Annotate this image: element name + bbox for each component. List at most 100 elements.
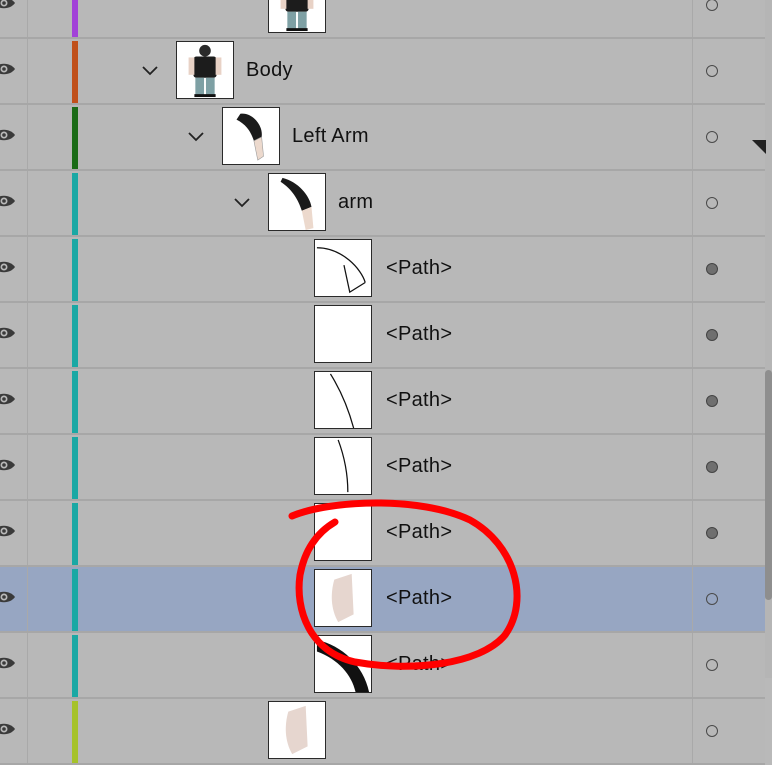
layer-thumbnail: [314, 569, 372, 627]
layer-row[interactable]: <Path>: [0, 303, 765, 369]
layer-name[interactable]: <Path>: [386, 521, 452, 544]
layer-row[interactable]: Left Arm: [0, 105, 765, 171]
layer-color-bar: [72, 107, 78, 169]
layer-thumbnail: [222, 107, 280, 165]
target-column-divider: [692, 39, 693, 103]
target-column-divider: [692, 633, 693, 697]
scrollbar[interactable]: [765, 0, 772, 678]
target-circle-icon[interactable]: [706, 593, 718, 605]
lock-column[interactable]: [27, 39, 28, 103]
target-circle-icon[interactable]: [706, 65, 718, 77]
layer-thumbnail: [268, 173, 326, 231]
layer-thumbnail: [314, 239, 372, 297]
eye-icon[interactable]: [0, 260, 16, 274]
layer-color-bar: [72, 41, 78, 103]
layer-row[interactable]: <Path>: [0, 435, 765, 501]
layer-color-bar: [72, 305, 78, 367]
eye-icon[interactable]: [0, 524, 16, 538]
target-column-divider: [692, 435, 693, 499]
layer-row[interactable]: <Path>: [0, 567, 765, 633]
target-column-divider: [692, 237, 693, 301]
layer-thumbnail: [314, 371, 372, 429]
layer-thumbnail: [314, 305, 372, 363]
lock-column[interactable]: [27, 501, 28, 565]
layer-row[interactable]: [0, 0, 765, 39]
lock-column[interactable]: [27, 633, 28, 697]
layer-name[interactable]: <Path>: [386, 323, 452, 346]
target-column-divider: [692, 567, 693, 631]
target-column-divider: [692, 303, 693, 367]
lock-column[interactable]: [27, 435, 28, 499]
selection-corner-indicator: [752, 140, 766, 154]
layer-color-bar: [72, 635, 78, 697]
eye-icon[interactable]: [0, 392, 16, 406]
layer-color-bar: [72, 173, 78, 235]
lock-column[interactable]: [27, 369, 28, 433]
target-circle-icon[interactable]: [706, 263, 718, 275]
lock-column[interactable]: [27, 171, 28, 235]
chevron-down-icon[interactable]: [187, 131, 205, 143]
eye-icon[interactable]: [0, 656, 16, 670]
layer-name[interactable]: <Path>: [386, 389, 452, 412]
layer-name[interactable]: <Path>: [386, 455, 452, 478]
eye-icon[interactable]: [0, 590, 16, 604]
target-circle-icon[interactable]: [706, 197, 718, 209]
layer-thumbnail: [176, 41, 234, 99]
layer-color-bar: [72, 239, 78, 301]
layer-name[interactable]: <Path>: [386, 587, 452, 610]
lock-column[interactable]: [27, 0, 28, 37]
target-circle-icon[interactable]: [706, 131, 718, 143]
chevron-down-icon[interactable]: [141, 65, 159, 77]
layer-thumbnail: [268, 701, 326, 759]
layer-row[interactable]: <Path>: [0, 501, 765, 567]
lock-column[interactable]: [27, 303, 28, 367]
layer-color-bar: [72, 569, 78, 631]
chevron-down-icon[interactable]: [233, 197, 251, 209]
target-column-divider: [692, 171, 693, 235]
layer-row[interactable]: <Path>: [0, 237, 765, 303]
lock-column[interactable]: [27, 105, 28, 169]
layer-thumbnail: [314, 635, 372, 693]
layer-color-bar: [72, 0, 78, 37]
layer-row[interactable]: arm: [0, 171, 765, 237]
layer-name[interactable]: <Path>: [386, 653, 452, 676]
scrollbar-thumb[interactable]: [765, 370, 772, 600]
lock-column[interactable]: [27, 237, 28, 301]
layer-row[interactable]: Body: [0, 39, 765, 105]
layer-row[interactable]: <Path>: [0, 369, 765, 435]
target-circle-icon[interactable]: [706, 527, 718, 539]
layer-thumbnail: [314, 437, 372, 495]
target-column-divider: [692, 105, 693, 169]
eye-icon[interactable]: [0, 62, 16, 76]
target-column-divider: [692, 699, 693, 763]
eye-icon[interactable]: [0, 194, 16, 208]
target-column-divider: [692, 369, 693, 433]
target-circle-icon[interactable]: [706, 725, 718, 737]
target-circle-icon[interactable]: [706, 329, 718, 341]
target-circle-icon[interactable]: [706, 0, 718, 11]
target-circle-icon[interactable]: [706, 659, 718, 671]
layer-name[interactable]: arm: [338, 191, 373, 214]
eye-icon[interactable]: [0, 722, 16, 736]
layer-color-bar: [72, 371, 78, 433]
layers-panel: Body Left Arm arm <Path> <Path> <Path> <Path> <…: [0, 0, 772, 765]
eye-icon[interactable]: [0, 326, 16, 340]
layer-color-bar: [72, 503, 78, 565]
target-column-divider: [692, 501, 693, 565]
lock-column[interactable]: [27, 699, 28, 763]
layer-name[interactable]: Body: [246, 59, 293, 82]
layer-color-bar: [72, 701, 78, 763]
layer-thumbnail: [268, 0, 326, 33]
eye-icon[interactable]: [0, 128, 16, 142]
layer-name[interactable]: Left Arm: [292, 125, 369, 148]
target-circle-icon[interactable]: [706, 461, 718, 473]
lock-column[interactable]: [27, 567, 28, 631]
eye-icon[interactable]: [0, 0, 16, 10]
eye-icon[interactable]: [0, 458, 16, 472]
target-circle-icon[interactable]: [706, 395, 718, 407]
layer-thumbnail: [314, 503, 372, 561]
layer-row[interactable]: <Path>: [0, 633, 765, 699]
layer-row[interactable]: [0, 699, 765, 765]
layer-name[interactable]: <Path>: [386, 257, 452, 280]
layer-color-bar: [72, 437, 78, 499]
